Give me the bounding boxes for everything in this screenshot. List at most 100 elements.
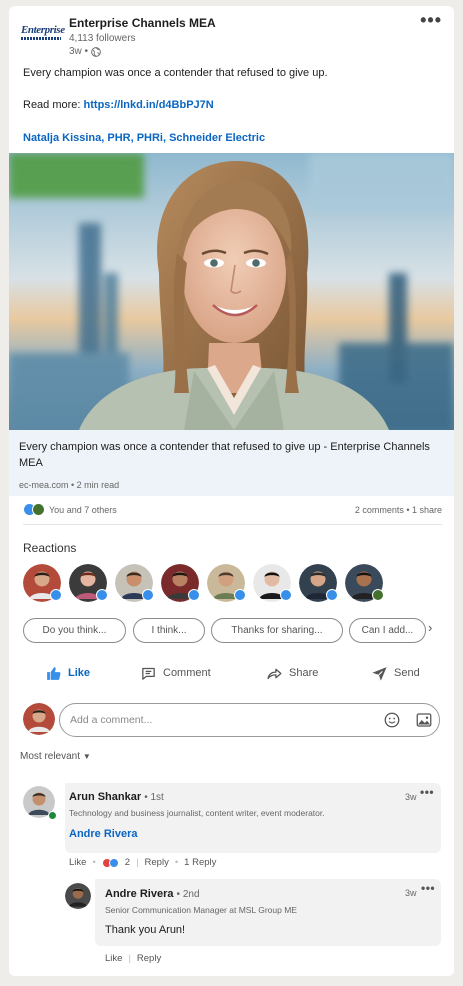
article-image[interactable]	[9, 153, 454, 430]
comment-reply-button[interactable]: Reply	[145, 857, 169, 868]
comment-reaction-count: 2	[124, 857, 131, 868]
reply-reply-button[interactable]: Reply	[137, 953, 161, 964]
share-button[interactable]: Share	[266, 662, 318, 684]
reactor-avatar[interactable]	[69, 564, 108, 602]
social-counts: You and 7 others 2 comments • 1 share	[23, 503, 442, 519]
read-more-line: Read more: https://lnkd.in/d4BbPJ7N	[23, 99, 214, 111]
sort-dropdown[interactable]: Most relevant ▼	[20, 751, 91, 762]
like-badge-icon	[96, 589, 108, 601]
like-badge-icon	[142, 589, 154, 601]
link-source: ec-mea.com • 2 min read	[19, 480, 120, 490]
reactor-avatar[interactable]	[207, 564, 246, 602]
comment-like-button[interactable]: Like	[69, 857, 86, 868]
chevron-right-icon[interactable]: ›	[428, 620, 432, 635]
link-title: Every champion was once a contender that…	[19, 441, 430, 469]
reply-bubble: Andre Rivera • 2nd Senior Communication …	[95, 879, 441, 946]
post-meta: 3w •	[69, 46, 101, 57]
reactor-avatars	[23, 564, 443, 604]
replies-count[interactable]: 1 Reply	[184, 857, 216, 868]
like-label: Like	[68, 667, 91, 679]
comment-mention[interactable]: Andre Rivera	[69, 828, 137, 840]
share-icon	[267, 668, 282, 679]
reaction-icons[interactable]	[23, 503, 45, 516]
reply-author[interactable]: Andre Rivera • 2nd	[105, 888, 200, 900]
suggestion-chip[interactable]: Thanks for sharing...	[211, 618, 343, 643]
comment-author-headline: Technology and business journalist, cont…	[69, 808, 325, 818]
comment-icon	[142, 667, 155, 680]
follower-count: 4,113 followers	[69, 33, 136, 44]
more-options-icon[interactable]: •••	[421, 881, 435, 895]
reactors-summary[interactable]: You and 7 others	[49, 505, 117, 515]
reactor-avatar[interactable]	[345, 564, 384, 602]
comment-input[interactable]	[61, 705, 361, 735]
online-status-icon	[48, 811, 57, 820]
image-icon[interactable]	[415, 711, 433, 729]
company-name[interactable]: Enterprise Channels MEA	[69, 16, 216, 30]
send-label: Send	[394, 667, 420, 679]
separator-bar: |	[136, 857, 139, 868]
send-icon	[372, 666, 387, 681]
comment-box	[59, 703, 440, 737]
reply-text: Thank you Arun!	[105, 924, 186, 936]
connection-degree: • 1st	[144, 792, 164, 803]
send-button[interactable]: Send	[371, 662, 420, 684]
globe-icon	[91, 46, 101, 57]
like-button[interactable]: Like	[45, 662, 90, 684]
company-logo[interactable]: Enterprise	[21, 24, 65, 44]
emoji-icon[interactable]	[383, 711, 401, 729]
link-preview[interactable]: Every champion was once a contender that…	[9, 430, 454, 496]
suggestion-chip[interactable]: Can I add...	[349, 618, 426, 643]
suggestion-chip[interactable]: I think...	[133, 618, 205, 643]
reply-author-headline: Senior Communication Manager at MSL Grou…	[105, 905, 297, 915]
connection-degree: • 2nd	[176, 889, 200, 900]
like-badge-icon	[50, 589, 62, 601]
comment-author-name: Arun Shankar	[69, 791, 142, 803]
read-more-label: Read more:	[23, 99, 84, 111]
post-card: Enterprise Enterprise Channels MEA 4,113…	[9, 6, 454, 976]
sort-label: Most relevant	[20, 751, 81, 762]
comment-time: 3w	[405, 792, 417, 802]
company-logo-subline	[21, 37, 61, 40]
more-options-icon[interactable]: •••	[420, 10, 442, 31]
reactor-avatar[interactable]	[161, 564, 200, 602]
reactor-avatar[interactable]	[299, 564, 338, 602]
like-badge-icon	[326, 589, 338, 601]
suggestion-chip[interactable]: Do you think...	[23, 618, 126, 643]
mention-link[interactable]: Natalja Kissina, PHR, PHRi, Schneider El…	[23, 132, 265, 144]
comment-author[interactable]: Arun Shankar • 1st	[69, 791, 164, 803]
post-text: Every champion was once a contender that…	[23, 67, 328, 79]
reply-author-name: Andre Rivera	[105, 888, 174, 900]
reactions-heading: Reactions	[23, 541, 77, 555]
read-more-link[interactable]: https://lnkd.in/d4BbPJ7N	[84, 99, 214, 111]
comment-bubble: Arun Shankar • 1st Technology and busine…	[65, 783, 441, 853]
company-logo-text: Enterprise	[21, 24, 65, 36]
post-time: 3w •	[69, 46, 89, 57]
comment-actions: Like • 2 | Reply • 1 Reply	[69, 857, 216, 868]
reactor-avatar[interactable]	[253, 564, 292, 602]
reactor-avatar[interactable]	[115, 564, 154, 602]
comment-reaction-icons[interactable]	[101, 857, 119, 868]
post-header: Enterprise Enterprise Channels MEA 4,113…	[9, 6, 454, 66]
celebrate-badge-icon	[372, 589, 384, 601]
portrait-illustration	[9, 153, 454, 430]
celebrate-reaction-icon	[32, 503, 45, 516]
more-options-icon[interactable]: •••	[420, 785, 434, 799]
reply-like-button[interactable]: Like	[105, 953, 122, 964]
share-label: Share	[289, 667, 319, 679]
like-badge-icon	[188, 589, 200, 601]
comment-button[interactable]: Comment	[140, 662, 211, 684]
replier-avatar[interactable]	[65, 883, 91, 909]
reply-time: 3w	[405, 888, 417, 898]
reply-actions: Like | Reply	[105, 953, 161, 964]
suggested-replies: Do you think... I think... Thanks for sh…	[23, 618, 453, 644]
separator-dot: •	[92, 857, 96, 868]
reactor-avatar[interactable]	[23, 564, 62, 602]
thumbs-up-icon	[47, 666, 61, 680]
divider	[23, 524, 442, 525]
comment-label: Comment	[163, 667, 211, 679]
like-badge-icon	[234, 589, 246, 601]
like-badge-icon	[280, 589, 292, 601]
comments-shares-count[interactable]: 2 comments • 1 share	[355, 505, 442, 515]
current-user-avatar[interactable]	[23, 703, 55, 735]
separator-bar: |	[128, 953, 131, 964]
